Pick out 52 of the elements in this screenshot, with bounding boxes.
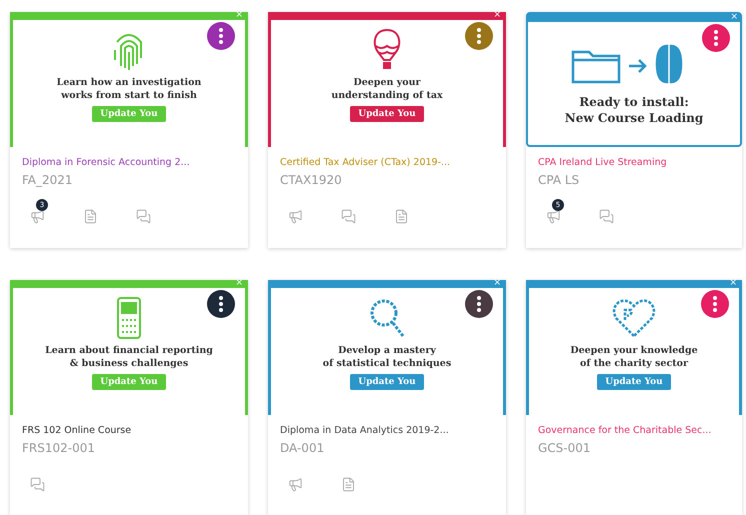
menu-button[interactable] <box>465 290 493 318</box>
promo-text: Learn how an investigation works from start to finish <box>56 76 202 102</box>
chat-icon[interactable] <box>30 477 45 492</box>
more-icon <box>477 28 481 44</box>
promo-text: Learn about financial reporting & business challenges <box>45 344 213 370</box>
megaphone-icon[interactable] <box>546 209 561 224</box>
menu-button[interactable] <box>207 290 235 318</box>
more-icon <box>714 30 718 46</box>
course-card[interactable]: × Learn about financial reporting & business challenges Update You FRS 102 Online Course FRS102-001 <box>10 280 248 515</box>
course-card[interactable]: × Develop a mastery of statistical techniques Update You Diploma in Data Analytics 2019-2... DA-001 <box>268 280 506 515</box>
course-code: FA_2021 <box>22 173 73 187</box>
course-code: CPA LS <box>538 173 580 187</box>
update-button[interactable]: Update You <box>597 374 671 390</box>
course-title[interactable]: CPA Ireland Live Streaming <box>538 157 667 168</box>
menu-button[interactable] <box>207 22 235 50</box>
more-icon <box>713 296 717 312</box>
more-icon <box>219 28 223 44</box>
more-icon <box>219 296 223 312</box>
course-code: FRS102-001 <box>22 441 95 455</box>
more-icon <box>477 296 481 312</box>
close-button[interactable]: × <box>235 10 243 20</box>
close-button[interactable]: × <box>493 278 501 288</box>
course-code: CTAX1920 <box>280 173 342 187</box>
update-button[interactable]: Update You <box>350 374 424 390</box>
course-title[interactable]: Certified Tax Adviser (CTax) 2019-... <box>280 157 450 168</box>
megaphone-icon[interactable] <box>30 209 45 224</box>
course-title[interactable]: Diploma in Data Analytics 2019-2... <box>280 425 449 436</box>
document-icon[interactable] <box>394 209 409 224</box>
promo-text: Deepen your knowledge of the charity sector <box>570 344 698 370</box>
calculator-icon <box>115 296 143 340</box>
course-code: GCS-001 <box>538 441 591 455</box>
course-code: DA-001 <box>280 441 324 455</box>
close-button[interactable]: × <box>493 10 501 20</box>
promo-text: Develop a mastery of statistical techniques <box>322 344 452 370</box>
update-button[interactable]: Update You <box>92 106 166 122</box>
course-title[interactable]: Diploma in Forensic Accounting 2... <box>22 157 190 168</box>
course-title[interactable]: Governance for the Charitable Sec... <box>538 425 712 436</box>
close-button[interactable]: × <box>729 278 737 288</box>
close-button[interactable]: × <box>730 12 738 22</box>
chat-icon[interactable] <box>599 209 614 224</box>
close-button[interactable]: × <box>235 278 243 288</box>
update-button[interactable]: Update You <box>92 374 166 390</box>
document-icon[interactable] <box>83 209 98 224</box>
promo-text: Deepen your understanding of tax <box>331 76 443 102</box>
course-card[interactable]: × Deepen your knowledge of the charity sector Update You Governance for the Charitable Sec... GCS-001 <box>526 280 742 515</box>
chat-icon[interactable] <box>341 209 356 224</box>
update-button[interactable]: Update You <box>350 106 424 122</box>
course-title[interactable]: FRS 102 Online Course <box>22 425 132 436</box>
course-card[interactable]: × Deepen your understanding of tax Update You Certified Tax Adviser (CTax) 2019-... CTAX1920 <box>268 12 506 248</box>
document-icon[interactable] <box>341 477 356 492</box>
chat-icon[interactable] <box>136 209 151 224</box>
install-text: Ready to install: New Course Loading <box>564 94 704 126</box>
